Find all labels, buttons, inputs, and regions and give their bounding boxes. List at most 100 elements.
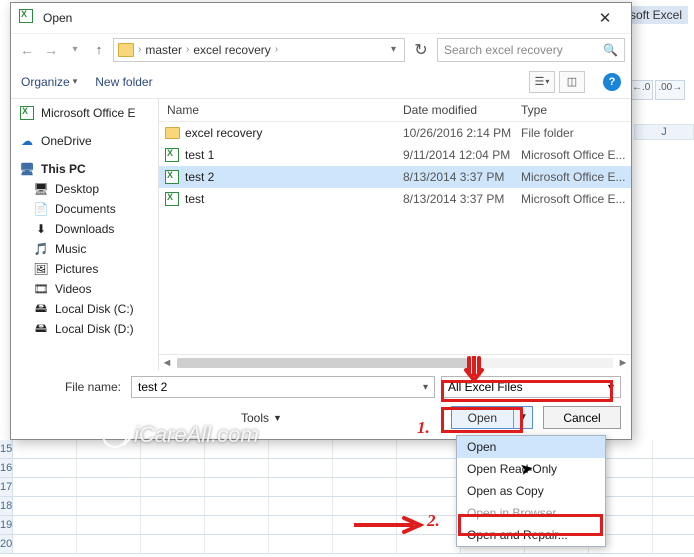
new-folder-button[interactable]: New folder xyxy=(95,75,152,89)
excel-cell[interactable] xyxy=(141,535,205,553)
excel-cell[interactable] xyxy=(333,535,397,553)
excel-cell[interactable] xyxy=(13,497,77,515)
excel-cell[interactable] xyxy=(77,516,141,534)
refresh-icon[interactable]: ↻ xyxy=(409,38,433,62)
file-row[interactable]: excel recovery10/26/2016 2:14 PMFile fol… xyxy=(159,122,631,144)
decrease-decimal-button[interactable]: .00→ xyxy=(655,80,685,100)
menu-item-open-and-repair[interactable]: Open and Repair... xyxy=(457,524,605,546)
excel-cell[interactable] xyxy=(13,459,77,477)
excel-cell[interactable] xyxy=(205,478,269,496)
open-dropdown-button[interactable]: ▼ xyxy=(514,407,532,428)
tree-item-local-disk-d-[interactable]: 🖴Local Disk (D:) xyxy=(31,319,158,339)
tree-item-local-disk-c-[interactable]: 🖴Local Disk (C:) xyxy=(31,299,158,319)
row-header[interactable]: 18 xyxy=(0,497,13,515)
excel-cell[interactable] xyxy=(653,478,694,496)
excel-cell[interactable] xyxy=(205,459,269,477)
tree-item-documents[interactable]: 📄Documents xyxy=(31,199,158,219)
excel-cell[interactable] xyxy=(205,516,269,534)
open-split-button[interactable]: Open ▼ xyxy=(451,406,533,429)
file-row[interactable]: test 28/13/2014 3:37 PMMicrosoft Office … xyxy=(159,166,631,188)
nav-recent-dropdown[interactable]: ▾ xyxy=(65,40,85,60)
header-name[interactable]: Name xyxy=(163,103,403,117)
row-header[interactable]: 16 xyxy=(0,459,13,477)
excel-cell[interactable] xyxy=(13,535,77,553)
excel-cell[interactable] xyxy=(269,459,333,477)
breadcrumb-excel-recovery[interactable]: excel recovery xyxy=(193,43,270,57)
nav-up-button[interactable]: ↑ xyxy=(89,40,109,60)
excel-cell[interactable] xyxy=(77,459,141,477)
excel-cell[interactable] xyxy=(269,497,333,515)
preview-pane-button[interactable]: ◫ xyxy=(559,71,585,93)
excel-cell[interactable] xyxy=(141,516,205,534)
excel-cell[interactable] xyxy=(333,497,397,515)
excel-cell[interactable] xyxy=(653,440,694,458)
excel-cell[interactable] xyxy=(77,497,141,515)
tree-item-onedrive[interactable]: ☁ OneDrive xyxy=(17,131,158,151)
search-input[interactable]: Search excel recovery 🔍 xyxy=(437,38,625,62)
cancel-button[interactable]: Cancel xyxy=(543,406,621,429)
header-type[interactable]: Type xyxy=(521,103,627,117)
excel-cell[interactable] xyxy=(77,478,141,496)
excel-cell[interactable] xyxy=(653,459,694,477)
view-details-button[interactable]: ☰▾ xyxy=(529,71,555,93)
excel-cell[interactable] xyxy=(333,440,397,458)
organize-button[interactable]: Organize ▾ xyxy=(21,75,77,89)
menu-item-open[interactable]: Open xyxy=(457,436,605,458)
excel-cell[interactable] xyxy=(13,516,77,534)
breadcrumb-master[interactable]: master xyxy=(145,43,182,57)
menu-item-open-read-only[interactable]: Open Read-Only xyxy=(457,458,605,480)
excel-cell[interactable] xyxy=(397,497,461,515)
excel-cell[interactable] xyxy=(653,535,694,553)
excel-cell[interactable] xyxy=(653,516,694,534)
tree-item-desktop[interactable]: 🖥Desktop xyxy=(31,179,158,199)
close-icon[interactable]: ✕ xyxy=(587,9,623,27)
tree-item-this-pc[interactable]: 🖥 This PC xyxy=(17,159,158,179)
chevron-down-icon[interactable]: ▾ xyxy=(423,382,428,393)
file-row[interactable]: test 19/11/2014 12:04 PMMicrosoft Office… xyxy=(159,144,631,166)
excel-cell[interactable] xyxy=(653,497,694,515)
tree-item-videos[interactable]: 🎞Videos xyxy=(31,279,158,299)
chevron-down-icon[interactable]: ▾ xyxy=(608,380,614,394)
excel-cell[interactable] xyxy=(333,459,397,477)
row-header[interactable]: 19 xyxy=(0,516,13,534)
excel-cell[interactable] xyxy=(141,459,205,477)
tree-item-pictures[interactable]: 🖼Pictures xyxy=(31,259,158,279)
increase-decimal-button[interactable]: ←.0 xyxy=(629,80,653,100)
excel-cell[interactable] xyxy=(205,497,269,515)
nav-back-button[interactable]: ← xyxy=(17,40,37,60)
excel-cell[interactable] xyxy=(333,516,397,534)
excel-cell[interactable] xyxy=(269,535,333,553)
excel-cell[interactable] xyxy=(397,440,461,458)
file-row[interactable]: test8/13/2014 3:37 PMMicrosoft Office E.… xyxy=(159,188,631,210)
scroll-left-icon[interactable]: ◄ xyxy=(159,357,175,369)
file-type-select[interactable]: All Excel Files ▾ xyxy=(441,376,621,398)
tree-item-office[interactable]: Microsoft Office E xyxy=(17,103,158,123)
scrollbar-thumb[interactable] xyxy=(177,358,467,368)
horizontal-scrollbar[interactable]: ◄ ► xyxy=(159,354,631,370)
filename-input[interactable]: test 2 ▾ xyxy=(131,376,435,398)
header-date[interactable]: Date modified xyxy=(403,103,521,117)
excel-cell[interactable] xyxy=(397,459,461,477)
excel-cell[interactable] xyxy=(333,478,397,496)
help-icon[interactable]: ? xyxy=(603,73,621,91)
excel-cell[interactable] xyxy=(141,478,205,496)
nav-forward-button[interactable]: → xyxy=(41,40,61,60)
tree-item-downloads[interactable]: ⬇Downloads xyxy=(31,219,158,239)
excel-cell[interactable] xyxy=(13,440,77,458)
excel-cell[interactable] xyxy=(77,535,141,553)
column-letter-j[interactable]: J xyxy=(634,124,694,140)
excel-cell[interactable] xyxy=(397,516,461,534)
menu-item-open-as-copy[interactable]: Open as Copy xyxy=(457,480,605,502)
row-header[interactable]: 17 xyxy=(0,478,13,496)
excel-cell[interactable] xyxy=(269,478,333,496)
row-header[interactable]: 15 xyxy=(0,440,13,458)
row-header[interactable]: 20 xyxy=(0,535,13,553)
excel-cell[interactable] xyxy=(141,497,205,515)
breadcrumb[interactable]: › master › excel recovery › ▾ xyxy=(113,38,405,62)
excel-cell[interactable] xyxy=(205,535,269,553)
excel-cell[interactable] xyxy=(269,440,333,458)
excel-cell[interactable] xyxy=(269,516,333,534)
excel-cell[interactable] xyxy=(13,478,77,496)
breadcrumb-dropdown[interactable]: ▾ xyxy=(387,44,400,55)
excel-cell[interactable] xyxy=(397,478,461,496)
